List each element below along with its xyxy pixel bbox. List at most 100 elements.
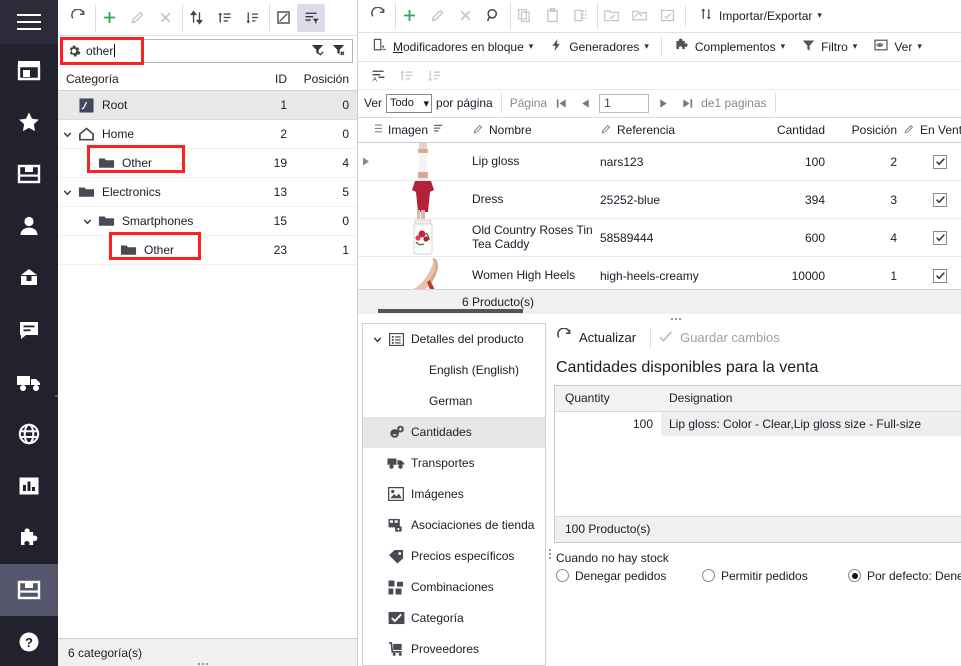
product-search-button[interactable] [479,2,507,30]
per-page-select[interactable]: Todo ▾ [386,93,433,113]
product-approve-button[interactable] [653,2,681,30]
product-sort-az-button[interactable] [420,61,448,89]
category-refresh-button[interactable] [64,4,92,32]
detail-nav-specific-prices[interactable]: Precios específicos [363,541,545,572]
table-row[interactable]: Old Country Roses Tin Tea Caddy 58589444… [358,219,961,258]
column-header-en-venta[interactable]: En Venta [897,123,961,138]
menu-generators[interactable]: Generadores ▾ [541,35,657,59]
column-header-referencia[interactable]: Referencia [600,123,745,138]
product-edit-button[interactable] [423,2,451,30]
product-copy-button[interactable] [510,1,538,30]
sidebar-item-messages[interactable] [0,304,58,356]
menu-addons[interactable]: Complementos ▾ [666,35,793,59]
filter-clear-icon[interactable] [331,42,346,60]
panel-resize-grip[interactable] [198,663,208,665]
detail-nav-lang-english[interactable]: English (English) [363,355,545,386]
product-duplicate-button[interactable] [566,2,594,30]
sidebar-item-help[interactable]: ? [0,616,58,666]
tree-twisty-expanded[interactable] [58,129,76,140]
radio-button[interactable] [556,569,569,583]
column-header-designation[interactable]: Designation [661,391,961,405]
product-select-folder-button[interactable] [597,1,625,30]
product-refresh-button[interactable] [364,2,392,30]
sidebar-item-localization[interactable] [0,408,58,460]
sidebar-item-customers[interactable] [0,200,58,252]
product-move-button[interactable] [625,2,653,30]
page-number-input[interactable]: 1 [599,93,650,113]
detail-nav-shop-associations[interactable]: Asociaciones de tienda [363,510,545,541]
sidebar-item-modules[interactable] [0,512,58,564]
on-sale-checkbox[interactable] [933,192,947,207]
sidebar-item-shipping[interactable] [0,356,58,408]
column-header-nombre[interactable]: Nombre [472,123,600,138]
hamburger-menu-button[interactable] [0,0,58,44]
on-sale-checkbox[interactable] [933,268,947,283]
on-sale-checkbox[interactable] [933,230,947,245]
category-expand-tree-button[interactable] [210,4,238,32]
radio-allow-orders[interactable]: Permitir pedidos [702,569,848,583]
menu-filter[interactable]: Filtro ▾ [793,35,865,59]
table-row[interactable]: Smartphones 15 0 [58,207,357,236]
detail-splitter-grip[interactable] [546,323,554,666]
table-row[interactable]: 100 Lip gloss: Color - Clear,Lip gloss s… [555,411,961,436]
product-expand-tree-button[interactable] [392,61,420,89]
table-row[interactable]: Other 23 1 [58,236,357,265]
column-header-id[interactable]: ID [231,72,287,86]
radio-deny-orders[interactable]: Denegar pedidos [556,569,702,583]
detail-refresh-button[interactable]: Actualizar [554,327,646,348]
category-search-input[interactable]: other [85,44,310,58]
sidebar-item-shop[interactable] [0,44,58,96]
table-row[interactable]: Home 2 0 [58,120,357,149]
last-page-button[interactable] [677,93,697,113]
horizontal-splitter-grip[interactable] [358,314,961,323]
radio-default-deny[interactable]: Por defecto: Denegar [848,569,961,583]
column-header-categoria[interactable]: Categoría [58,72,231,86]
radio-button-selected[interactable] [848,569,861,583]
sidebar-item-orders[interactable] [0,252,58,304]
category-sort-updown-button[interactable] [182,3,210,32]
category-filter-rows-button[interactable] [297,3,325,32]
radio-button[interactable] [702,569,715,583]
sidebar-item-stats[interactable] [0,460,58,512]
category-add-button[interactable] [95,3,123,32]
sidebar-item-products[interactable] [0,564,58,616]
detail-nav-quantities[interactable]: Cantidades [363,416,545,448]
category-delete-button[interactable] [151,4,179,32]
category-search-box[interactable]: other [60,37,353,65]
on-sale-checkbox[interactable] [933,154,947,169]
table-row[interactable]: Electronics 13 5 [58,178,357,207]
detail-nav-category[interactable]: Categoría [363,603,545,634]
first-page-button[interactable] [551,93,571,113]
product-filter-text-button[interactable]: A [364,61,392,89]
detail-nav-combinations[interactable]: Combinaciones [363,572,545,603]
table-row[interactable]: Lip gloss nars123 100 2 [358,143,961,182]
product-delete-button[interactable] [451,2,479,30]
next-page-button[interactable] [653,93,673,113]
horizontal-scrollbar[interactable] [378,309,523,314]
table-row[interactable]: Other 19 4 [58,149,357,178]
table-row[interactable]: Women High Heels high-heels-creamy 10000… [358,257,961,290]
column-header-imagen[interactable]: Imagen [374,123,472,137]
column-header-posicion[interactable]: Posición [287,72,357,86]
menu-view[interactable]: Ver ▾ [865,35,930,59]
product-add-button[interactable] [395,1,423,30]
table-row[interactable]: Dress 25252-blue 394 3 [358,180,961,220]
detail-nav-images[interactable]: Imágenes [363,479,545,510]
menu-bulk-modifiers[interactable]: Modificadores en bloque ▾ [364,35,541,59]
table-row[interactable]: Root 1 0 [58,91,357,120]
detail-nav-suppliers[interactable]: Proveedores [363,634,545,665]
column-header-posicion[interactable]: Posición [825,123,897,137]
sidebar-item-catalog[interactable] [0,148,58,200]
detail-nav-lang-german[interactable]: German [363,386,545,417]
prev-page-button[interactable] [575,93,595,113]
tree-twisty-expanded[interactable] [369,334,385,345]
category-checkbox-toggle-button[interactable] [269,3,297,32]
detail-save-button[interactable]: Guardar cambios [655,328,790,348]
product-paste-button[interactable] [538,2,566,30]
tree-twisty-expanded[interactable] [58,187,76,198]
category-sort-az-button[interactable] [238,4,266,32]
filter-apply-icon[interactable] [310,42,325,60]
tree-twisty-expanded[interactable] [78,216,96,227]
sidebar-item-favorites[interactable] [0,96,58,148]
detail-nav-product-details[interactable]: Detalles del producto [363,324,545,355]
